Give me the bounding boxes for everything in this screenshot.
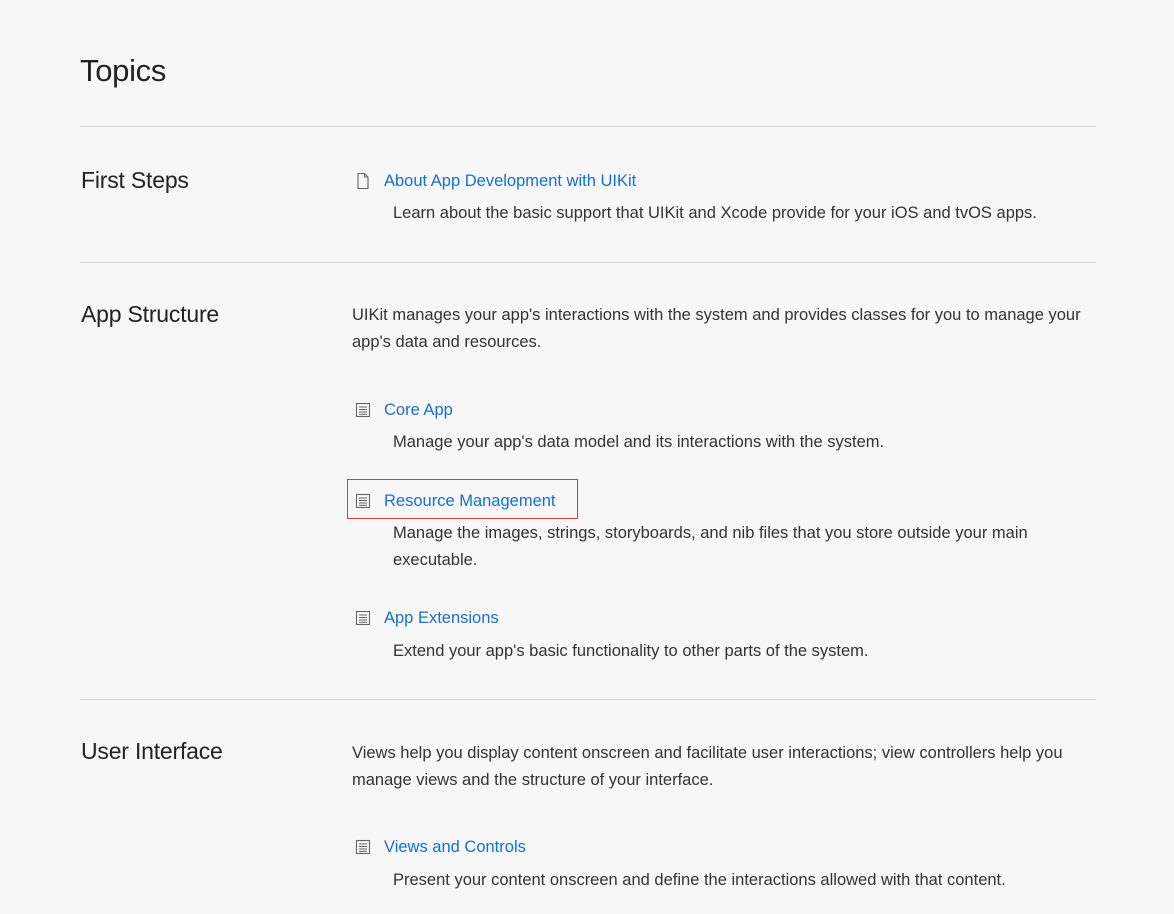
topic-description: Present your content onscreen and define…	[393, 871, 1006, 889]
topic-link-label: App Extensions	[384, 608, 499, 627]
page-title: Topics	[80, 53, 167, 88]
topic-link-views-and-controls[interactable]: Views and Controls	[355, 835, 526, 859]
section-heading-first-steps: First Steps	[81, 167, 189, 193]
collection-icon	[355, 401, 371, 419]
divider	[80, 699, 1096, 700]
topic-description: Manage the images, strings, storyboards,…	[393, 524, 1028, 569]
topic-link-label: Views and Controls	[384, 837, 526, 856]
document-icon	[355, 172, 371, 190]
topic-description: Extend your app's basic functionality to…	[393, 642, 869, 660]
divider	[80, 262, 1096, 263]
topic-link-app-extensions[interactable]: App Extensions	[355, 606, 499, 630]
topic-link-core-app[interactable]: Core App	[355, 398, 453, 422]
section-heading-user-interface: User Interface	[81, 738, 223, 764]
topics-page: Topics First Steps About App Development…	[0, 0, 1174, 914]
topic-description: Learn about the basic support that UIKit…	[393, 204, 1037, 222]
section-description: Views help you display content onscreen …	[352, 744, 1063, 789]
section-heading-app-structure: App Structure	[81, 301, 220, 327]
section-description: UIKit manages your app's interactions wi…	[352, 306, 1081, 351]
topic-link-label: About App Development with UIKit	[384, 171, 637, 190]
collection-icon	[355, 838, 371, 856]
topic-link-label: Core App	[384, 400, 453, 419]
collection-icon	[355, 609, 371, 627]
topic-link-about-app-development[interactable]: About App Development with UIKit	[355, 169, 636, 193]
topic-description: Manage your app's data model and its int…	[393, 433, 885, 451]
highlight-box	[347, 479, 578, 519]
divider	[80, 126, 1096, 127]
